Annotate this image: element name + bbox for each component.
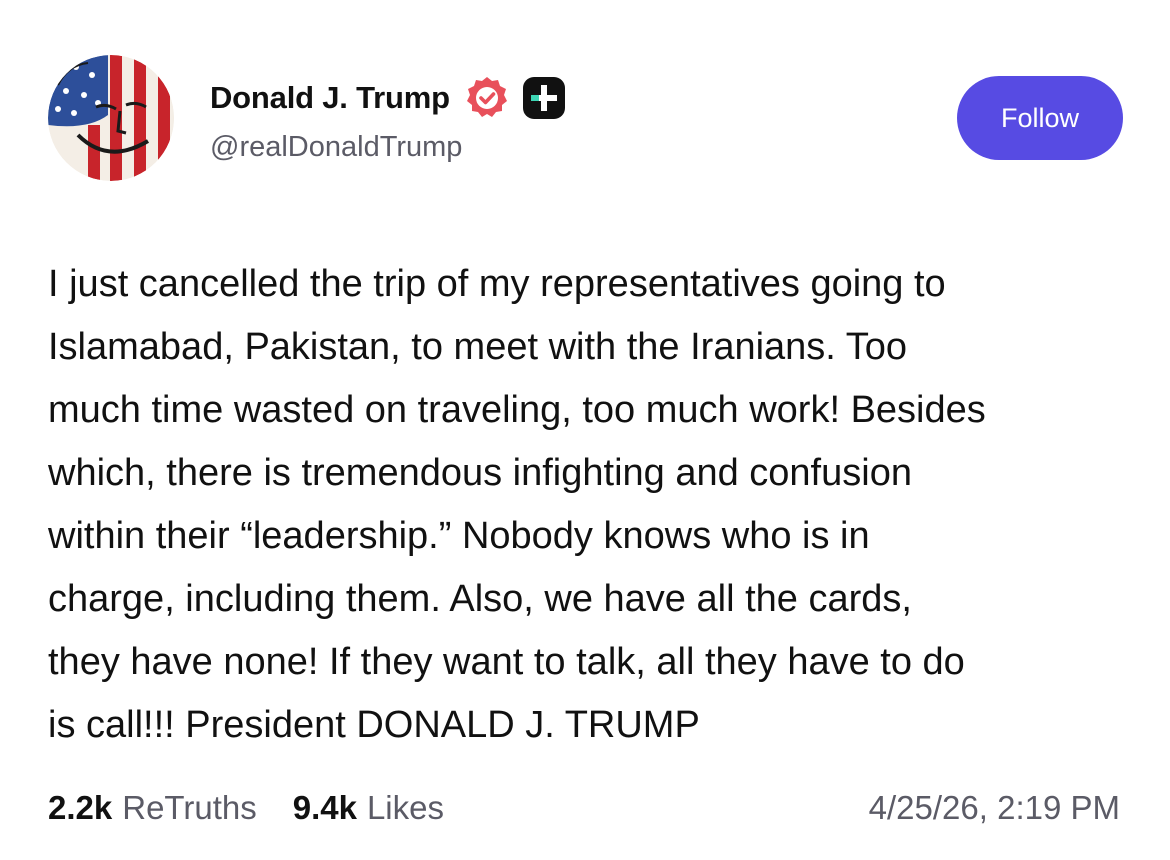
likes-count: 9.4k bbox=[292, 789, 357, 826]
likes-label: Likes bbox=[366, 789, 444, 826]
post-text: I just cancelled the trip of my represen… bbox=[48, 263, 986, 746]
author-identity: Donald J. Trump @realDonaldTrump bbox=[210, 75, 566, 164]
likes-stat[interactable]: 9.4k Likes bbox=[293, 789, 444, 827]
author-handle[interactable]: @realDonaldTrump bbox=[210, 131, 566, 164]
post-timestamp[interactable]: 4/25/26, 2:19 PM bbox=[869, 789, 1120, 827]
follow-button[interactable]: Follow bbox=[957, 76, 1123, 160]
truth-plus-icon bbox=[522, 77, 565, 119]
truth-post: Donald J. Trump @realDonaldTrump Follow … bbox=[0, 0, 1170, 860]
post-footer: 2.2k ReTruths 9.4k Likes 4/25/26, 2:19 P… bbox=[48, 782, 1120, 834]
display-name[interactable]: Donald J. Trump bbox=[210, 80, 450, 116]
verified-badge-icon bbox=[466, 77, 507, 117]
avatar-flag-portrait-icon bbox=[48, 55, 174, 181]
avatar[interactable] bbox=[48, 55, 174, 181]
retruths-count: 2.2k bbox=[48, 789, 113, 826]
name-row: Donald J. Trump bbox=[210, 75, 566, 121]
post-header: Donald J. Trump @realDonaldTrump Follow bbox=[48, 55, 1123, 185]
retruths-label: ReTruths bbox=[122, 789, 257, 826]
retruths-stat[interactable]: 2.2k ReTruths bbox=[48, 789, 257, 827]
